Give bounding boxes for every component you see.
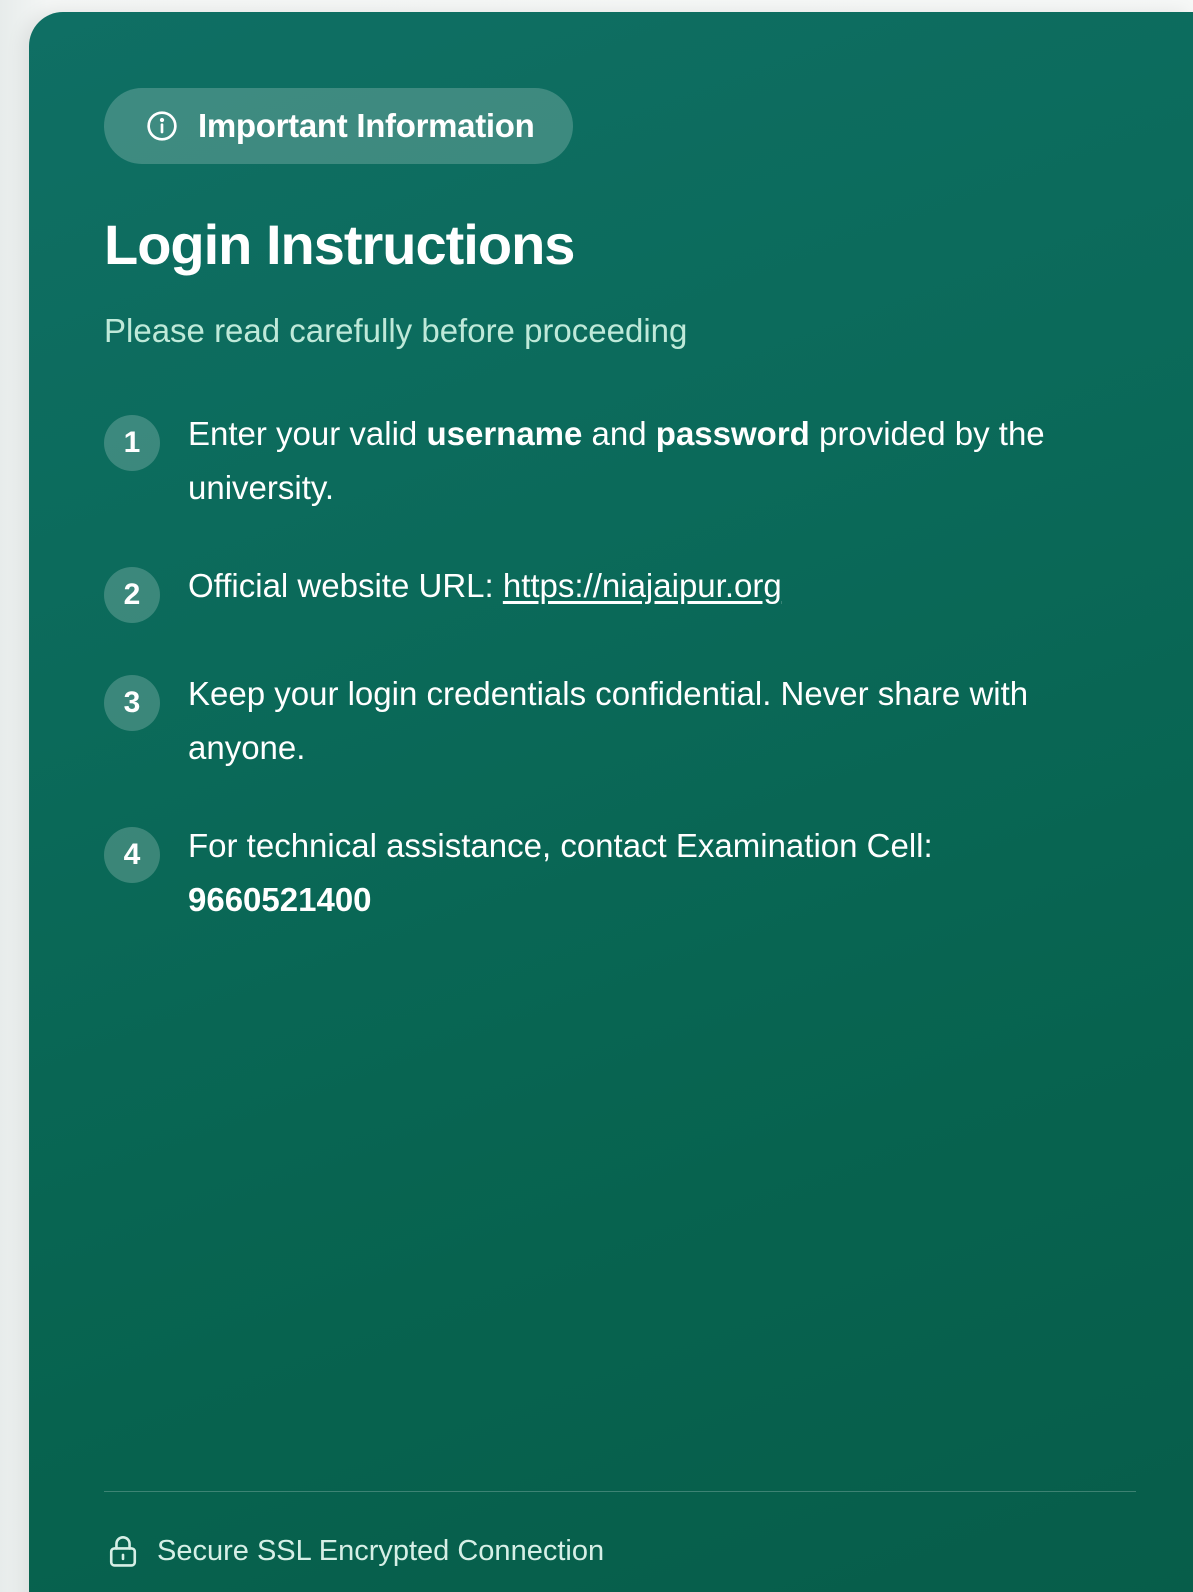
step-text: For technical assistance, contact Examin… [188, 827, 933, 918]
instruction-item: 3 Keep your login credentials confidenti… [104, 667, 1124, 775]
password-emphasis: password [655, 415, 810, 452]
info-icon [146, 110, 178, 142]
instruction-item: 1 Enter your valid username and password… [104, 407, 1124, 515]
instructions-panel: Important Information Login Instructions… [29, 12, 1193, 1592]
instruction-list: 1 Enter your valid username and password… [104, 407, 1124, 971]
important-information-badge: Important Information [104, 88, 573, 164]
username-emphasis: username [426, 415, 583, 452]
secure-connection-note: Secure SSL Encrypted Connection [107, 1534, 604, 1568]
page: Important Information Login Instructions… [0, 0, 1193, 1592]
page-subtitle: Please read carefully before proceeding [104, 312, 688, 349]
secure-connection-label: Secure SSL Encrypted Connection [157, 1534, 605, 1567]
step-text: Keep your login credentials confidential… [188, 675, 1029, 766]
step-text: Official website URL: https://niajaipur.… [188, 567, 782, 604]
step-number-badge: 1 [104, 415, 160, 471]
step-number-badge: 2 [104, 567, 160, 623]
instruction-item: 4 For technical assistance, contact Exam… [104, 819, 1124, 927]
page-title: Login Instructions [104, 213, 575, 276]
instruction-item: 2 Official website URL: https://niajaipu… [104, 559, 1124, 623]
examination-cell-phone: 9660521400 [188, 881, 372, 918]
footer-divider [104, 1491, 1136, 1492]
badge-label: Important Information [198, 107, 535, 144]
lock-icon [107, 1534, 139, 1568]
step-number-badge: 4 [104, 827, 160, 883]
step-text: Enter your valid username and password p… [188, 415, 1045, 506]
official-website-link[interactable]: https://niajaipur.org [503, 567, 782, 604]
step-number-badge: 3 [104, 675, 160, 731]
